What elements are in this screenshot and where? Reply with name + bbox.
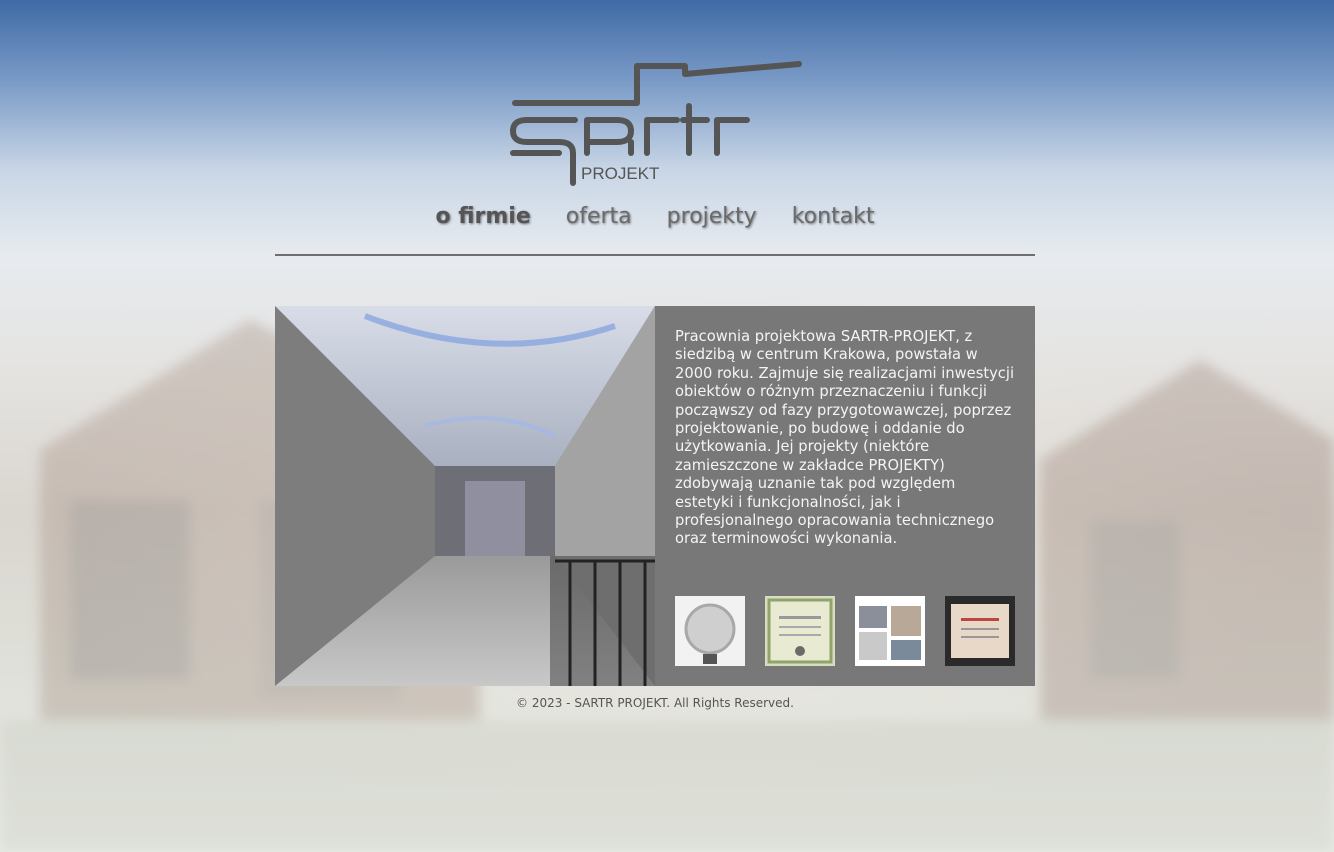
award-thumb-diploma-framed[interactable] (945, 596, 1015, 666)
award-thumb-medal[interactable] (675, 596, 745, 666)
nav-projekty[interactable]: projekty (667, 204, 757, 229)
intro-text: Pracownia projektowa SARTR-PROJEKT, z si… (675, 328, 1015, 548)
nav-divider (275, 254, 1035, 256)
nav-kontakt[interactable]: kontakt (792, 204, 875, 229)
nav-o-firmie[interactable]: o firmie (435, 204, 530, 229)
sartr-projekt-logo[interactable]: PROJEKT (507, 58, 807, 188)
footer-copyright: © 2023 - SARTR PROJEKT. All Rights Reser… (516, 696, 794, 710)
main-content: Pracownia projektowa SARTR-PROJEKT, z si… (275, 306, 1035, 686)
intro-panel: Pracownia projektowa SARTR-PROJEKT, z si… (655, 306, 1035, 686)
corridor-photo (275, 306, 655, 686)
main-nav: o firmie oferta projekty kontakt (275, 204, 1035, 229)
award-thumb-publication[interactable] (855, 596, 925, 666)
nav-oferta[interactable]: oferta (566, 204, 632, 229)
logo-subtitle: PROJEKT (581, 164, 659, 183)
award-thumb-diploma-green[interactable] (765, 596, 835, 666)
